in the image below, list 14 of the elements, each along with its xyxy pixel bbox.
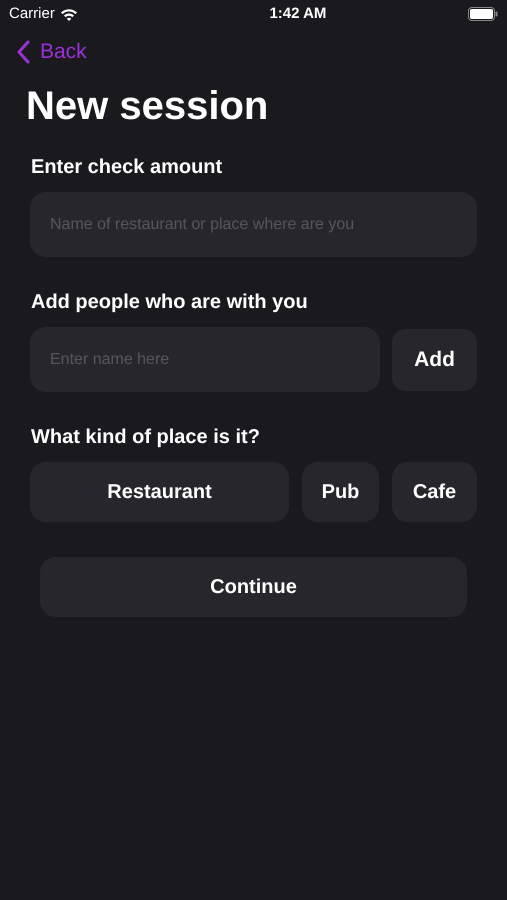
continue-button[interactable]: Continue <box>40 557 467 617</box>
chevron-left-icon <box>16 40 30 64</box>
add-button[interactable]: Add <box>392 328 477 390</box>
battery-icon <box>468 7 498 21</box>
section-label: Enter check amount <box>30 155 224 180</box>
status-time: 1:42 AM <box>269 4 326 24</box>
place-type-button[interactable]: Cafe <box>392 462 477 522</box>
place-type-button[interactable]: Pub <box>302 462 379 522</box>
carrier-label: Carrier <box>9 4 55 24</box>
place-type-button[interactable]: Restaurant <box>30 462 289 522</box>
page-title: New session <box>25 83 270 130</box>
section-label: What kind of place is it? <box>30 425 261 450</box>
wifi-icon <box>60 8 78 20</box>
section-label: Add people who are with you <box>30 290 309 315</box>
